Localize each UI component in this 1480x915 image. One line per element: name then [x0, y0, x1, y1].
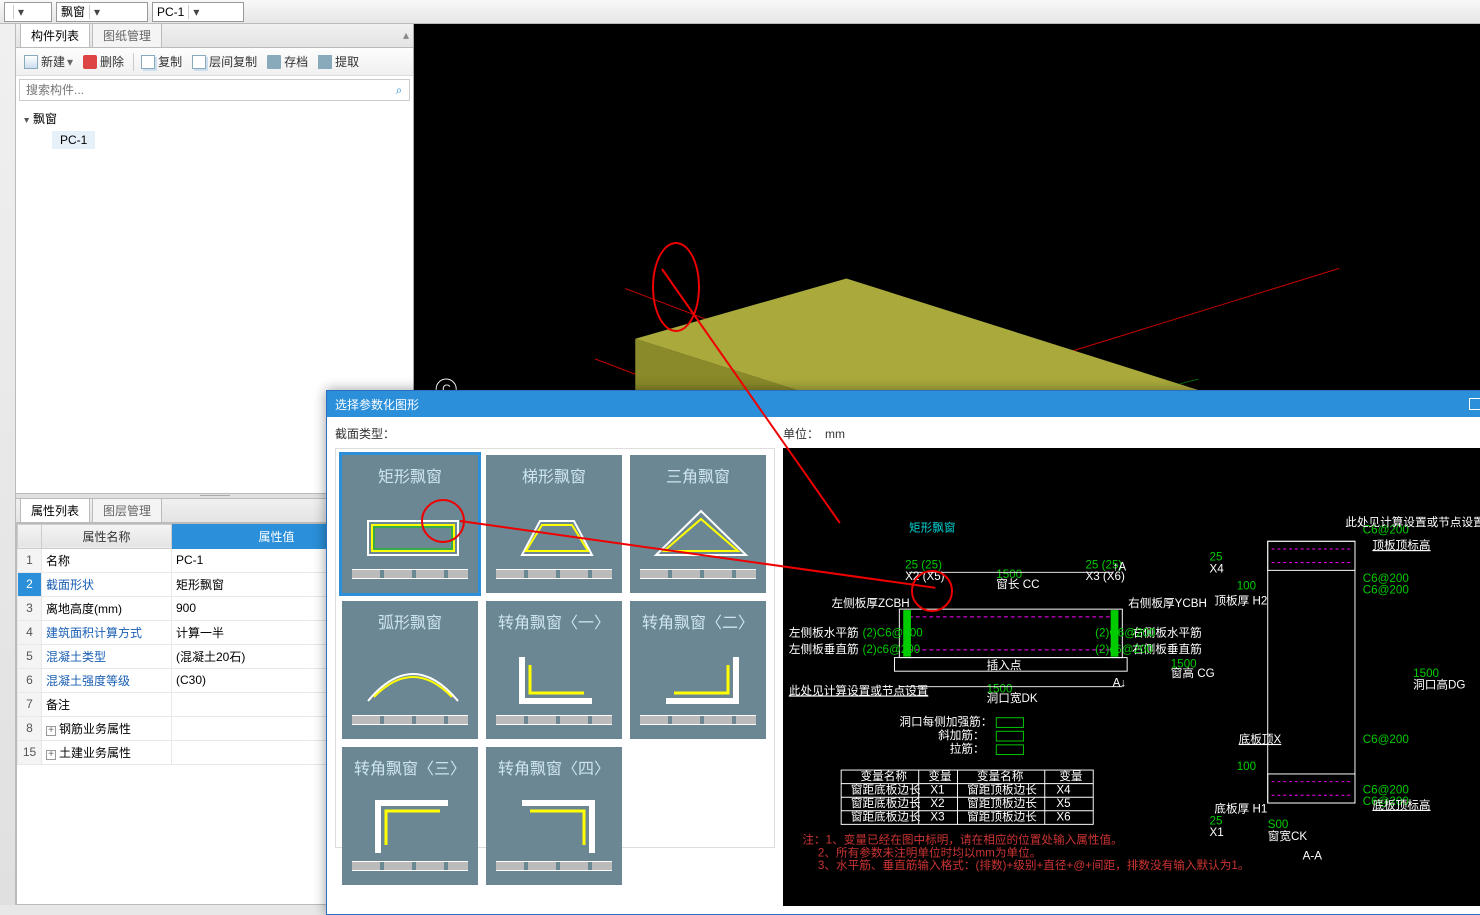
section-thumb[interactable]: 三角飘窗	[630, 455, 766, 593]
svg-text:X3: X3	[930, 810, 944, 823]
svg-text:窗距顶板边长: 窗距顶板边长	[967, 796, 1037, 810]
svg-text:C6@200: C6@200	[1363, 733, 1410, 746]
svg-text:X1: X1	[1210, 826, 1224, 839]
component-tabs: 构件列表 图纸管理 ▴	[16, 24, 413, 48]
svg-text:变量名称: 变量名称	[861, 769, 908, 783]
copy-button[interactable]: 复制	[137, 51, 186, 72]
svg-text:洞口每侧加强筋：: 洞口每侧加强筋：	[899, 714, 992, 728]
svg-text:X5: X5	[1056, 797, 1070, 810]
svg-text:100: 100	[1237, 580, 1257, 593]
section-dialog: 选择参数化图形 截面类型： 矩形飘窗 梯形飘窗三角飘窗弧形飘窗转角飘窗〈一〉转角飘…	[326, 390, 1480, 915]
maximize-icon[interactable]	[1469, 398, 1480, 410]
svg-text:1500: 1500	[987, 683, 1013, 696]
svg-text:变量名称: 变量名称	[977, 769, 1024, 783]
svg-text:100: 100	[1237, 760, 1257, 773]
new-button[interactable]: 新建▾	[20, 51, 77, 72]
search-bar: ⌕	[19, 79, 410, 101]
svg-text:左侧板水平筋: 左侧板水平筋	[789, 625, 859, 639]
svg-text:底板顶X: 底板顶X	[1239, 732, 1282, 746]
tree-item[interactable]: PC-1	[52, 131, 95, 149]
collapse-icon[interactable]: ▴	[403, 28, 409, 42]
tree-root[interactable]: 飘窗	[24, 108, 405, 129]
svg-text:A↓: A↓	[1113, 677, 1127, 690]
svg-text:X6: X6	[1056, 810, 1070, 823]
svg-text:左侧板厚ZCBH: 左侧板厚ZCBH	[831, 596, 909, 610]
section-thumb[interactable]: 转角飘窗〈四〉	[486, 747, 622, 885]
svg-text:斜加筋：: 斜加筋：	[938, 728, 985, 742]
svg-text:变量: 变量	[1059, 769, 1083, 783]
component-toolbar: 新建▾ 删除 复制 层间复制 存档 提取	[16, 48, 413, 76]
tab-layers[interactable]: 图层管理	[92, 498, 162, 522]
search-icon[interactable]: ⌕	[389, 83, 409, 98]
floor-copy-button[interactable]: 层间复制	[188, 51, 261, 72]
tab-drawing-mgmt[interactable]: 图纸管理	[92, 23, 162, 47]
svg-text:此处见计算设置或节点设置: 此处见计算设置或节点设置	[1345, 515, 1480, 529]
svg-text:↑A: ↑A	[1113, 560, 1127, 573]
drawing-preview[interactable]: 矩形飘窗 左侧板厚ZCBH 右侧板厚YCBH 左侧板水平筋 右侧板水平筋 左侧板	[783, 448, 1480, 906]
svg-text:插入点: 插入点	[987, 658, 1022, 672]
combo-layer[interactable]: ▾	[4, 2, 52, 22]
svg-text:拉筋：: 拉筋：	[950, 742, 985, 756]
svg-text:此处见计算设置或节点设置: 此处见计算设置或节点设置	[789, 683, 929, 697]
svg-text:底板顶标高: 底板顶标高	[1372, 798, 1430, 812]
top-toolbar: ▾ 飘窗▾ PC-1▾	[0, 0, 1480, 24]
svg-text:窗距顶板边长: 窗距顶板边长	[967, 809, 1037, 823]
svg-text:X4: X4	[1210, 562, 1225, 575]
dialog-title: 选择参数化图形	[335, 396, 419, 413]
thumbnail-grid: 矩形飘窗梯形飘窗三角飘窗弧形飘窗转角飘窗〈一〉转角飘窗〈二〉转角飘窗〈三〉转角飘…	[335, 448, 775, 848]
unit-label: 单位： mm	[783, 425, 1480, 442]
section-thumb[interactable]: 转角飘窗〈三〉	[342, 747, 478, 885]
svg-text:窗距底板边长: 窗距底板边长	[851, 796, 921, 810]
svg-text:(2)c6@200: (2)c6@200	[1095, 643, 1153, 656]
delete-button[interactable]: 删除	[79, 51, 128, 72]
svg-text:右侧板厚YCBH: 右侧板厚YCBH	[1128, 596, 1207, 610]
svg-text:洞口高DG: 洞口高DG	[1413, 678, 1465, 692]
svg-text:注：1、变量已经在图中标明，请在相应的位置处输入属性值。: 注：1、变量已经在图中标明，请在相应的位置处输入属性值。	[802, 833, 1122, 847]
vertical-strip[interactable]	[0, 24, 16, 905]
svg-text:2、所有参数未注明单位时均以mm为单位。: 2、所有参数未注明单位时均以mm为单位。	[818, 845, 1041, 859]
svg-text:顶板顶标高: 顶板顶标高	[1372, 538, 1430, 552]
svg-text:左侧板垂直筋: 左侧板垂直筋	[789, 642, 859, 656]
svg-text:X2: X2	[930, 797, 944, 810]
svg-text:矩形飘窗: 矩形飘窗	[909, 521, 956, 535]
svg-text:窗宽CK: 窗宽CK	[1268, 829, 1308, 843]
svg-text:C6@200: C6@200	[1363, 584, 1410, 597]
svg-text:(2)c6@200: (2)c6@200	[862, 643, 920, 656]
combo-type[interactable]: 飘窗▾	[56, 2, 148, 22]
svg-text:(2)C6@200: (2)C6@200	[1095, 626, 1156, 639]
tab-properties[interactable]: 属性列表	[20, 498, 90, 522]
drawing-svg: 矩形飘窗 左侧板厚ZCBH 右侧板厚YCBH 左侧板水平筋 右侧板水平筋 左侧板	[783, 448, 1480, 906]
svg-text:窗距底板边长: 窗距底板边长	[851, 782, 921, 796]
svg-text:3、水平筋、垂直筋输入格式：(排数)+级别+直径+@+间距，: 3、水平筋、垂直筋输入格式：(排数)+级别+直径+@+间距，排数没有输入默认为1…	[818, 858, 1250, 872]
section-thumb[interactable]: 转角飘窗〈一〉	[486, 601, 622, 739]
svg-text:X1: X1	[930, 783, 944, 796]
svg-text:A-A: A-A	[1303, 849, 1323, 862]
search-input[interactable]	[20, 83, 389, 97]
svg-text:1500: 1500	[996, 568, 1022, 581]
annotation-ellipse-drawing	[911, 570, 953, 612]
svg-text:窗距底板边长: 窗距底板边长	[851, 809, 921, 823]
svg-text:顶板厚 H2: 顶板厚 H2	[1214, 593, 1267, 607]
svg-text:(2)C6@200: (2)C6@200	[862, 626, 923, 639]
svg-text:1500: 1500	[1171, 657, 1197, 670]
section-thumb[interactable]: 梯形飘窗	[486, 455, 622, 593]
tab-component-list[interactable]: 构件列表	[20, 23, 90, 47]
section-type-label: 截面类型：	[335, 425, 775, 442]
svg-text:窗距顶板边长: 窗距顶板边长	[967, 782, 1037, 796]
dialog-titlebar[interactable]: 选择参数化图形	[327, 391, 1480, 417]
annotation-ellipse-thumb	[421, 499, 465, 543]
archive-button[interactable]: 存档	[263, 51, 312, 72]
section-thumb[interactable]: 弧形飘窗	[342, 601, 478, 739]
section-thumb[interactable]: 转角飘窗〈二〉	[630, 601, 766, 739]
svg-text:X4: X4	[1056, 783, 1071, 796]
extract-button[interactable]: 提取	[314, 51, 363, 72]
svg-text:变量: 变量	[928, 769, 952, 783]
combo-name[interactable]: PC-1▾	[152, 2, 244, 22]
